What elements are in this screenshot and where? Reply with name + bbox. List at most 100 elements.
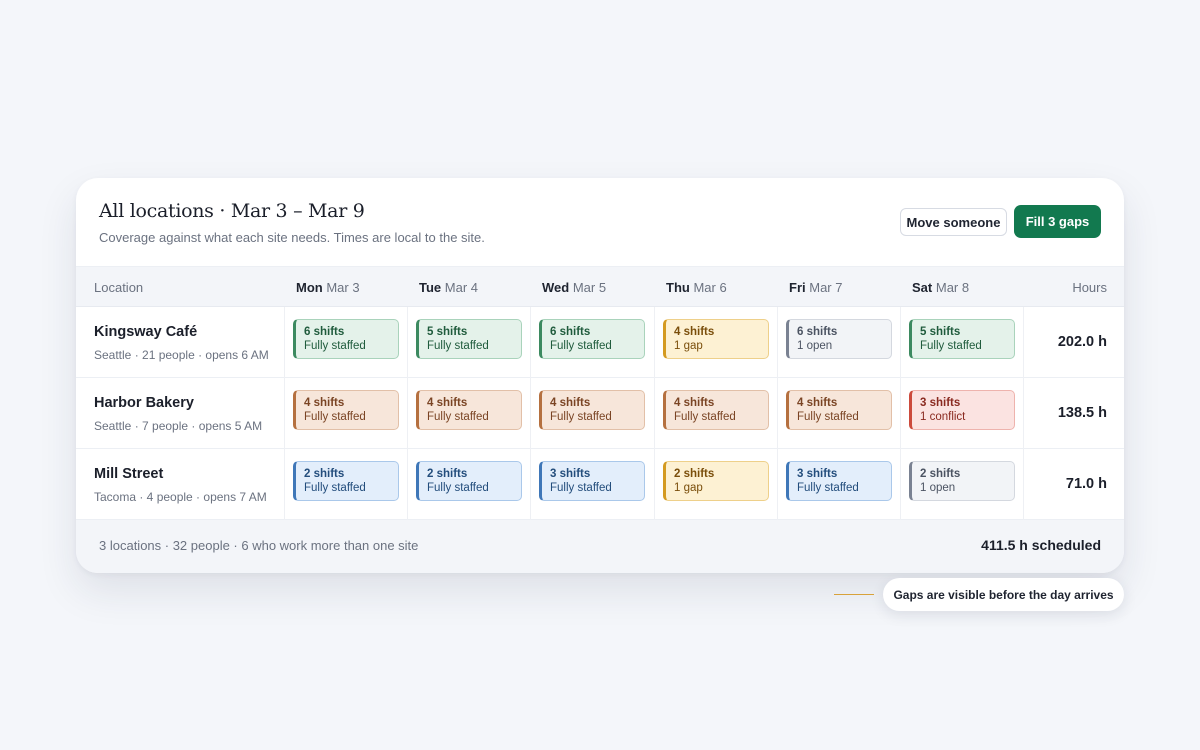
divider: [407, 449, 408, 520]
footer-summary: 3 locations · 32 people · 6 who work mor…: [99, 538, 419, 553]
divider: [777, 449, 778, 520]
shift-count: 4 shifts: [674, 397, 715, 409]
day-cell[interactable]: 6 shifts Fully staffed: [293, 319, 399, 359]
divider: [284, 307, 285, 378]
day-date: Mar 6: [693, 280, 727, 295]
day-name: Fri: [789, 280, 806, 295]
callout-connector: [834, 594, 874, 595]
divider: [530, 378, 531, 449]
shift-count: 3 shifts: [797, 468, 838, 480]
table-row[interactable]: Harbor Bakery Seattle · 7 people · opens…: [76, 378, 1124, 449]
shift-count: 3 shifts: [550, 468, 591, 480]
table-row[interactable]: Mill Street Tacoma · 4 people · opens 7 …: [76, 449, 1124, 520]
divider: [900, 307, 901, 378]
coverage-status: Fully staffed: [304, 482, 366, 494]
column-header-tue: Tue Mar 4: [419, 280, 478, 295]
day-date: Mar 5: [572, 280, 607, 295]
day-cell[interactable]: 2 shifts Fully staffed: [293, 461, 399, 501]
day-date: Mar 3: [326, 280, 360, 295]
day-name: Thu: [666, 280, 690, 295]
coverage-status: Fully staffed: [427, 340, 489, 352]
schedule-card: All locations · Mar 3 – Mar 9 Coverage a…: [76, 178, 1124, 573]
row-hours: 138.5 h: [1057, 405, 1107, 421]
divider: [900, 449, 901, 520]
table-footer: 3 locations · 32 people · 6 who work mor…: [76, 520, 1124, 573]
day-date: Mar 8: [935, 280, 970, 295]
shift-count: 6 shifts: [797, 326, 838, 338]
divider: [777, 307, 778, 378]
coverage-status: 1 open: [920, 482, 956, 494]
coverage-status: Fully staffed: [304, 411, 366, 423]
location-meta: Seattle · 21 people · opens 6 AM: [94, 348, 269, 362]
coverage-status: Fully staffed: [550, 411, 612, 423]
shift-count: 2 shifts: [920, 468, 961, 480]
day-cell[interactable]: 4 shifts Fully staffed: [663, 390, 769, 430]
day-name: Mon: [296, 280, 323, 295]
column-header-wed: Wed Mar 5: [542, 280, 606, 295]
coverage-status: Fully staffed: [550, 340, 612, 352]
page-subtitle: Coverage against what each site needs. T…: [99, 230, 485, 245]
column-header-thu: Thu Mar 6: [666, 280, 727, 295]
day-cell[interactable]: 3 shifts Fully staffed: [786, 461, 892, 501]
day-cell[interactable]: 4 shifts Fully staffed: [786, 390, 892, 430]
column-header-mon: Mon Mar 3: [296, 280, 360, 295]
row-hours: 71.0 h: [1065, 476, 1107, 492]
column-header-hours: Hours: [1072, 280, 1107, 295]
fill-gaps-button[interactable]: Fill 3 gaps: [1014, 205, 1101, 238]
coverage-status: Fully staffed: [304, 340, 366, 352]
coverage-status: Fully staffed: [550, 482, 612, 494]
shift-count: 4 shifts: [797, 397, 838, 409]
day-cell[interactable]: 5 shifts Fully staffed: [416, 319, 522, 359]
table-row[interactable]: Kingsway Café Seattle · 21 people · open…: [76, 307, 1124, 378]
shift-count: 2 shifts: [304, 468, 345, 480]
day-name: Tue: [419, 280, 442, 295]
divider: [1023, 378, 1024, 449]
day-date: Mar 4: [444, 280, 479, 295]
shift-count: 4 shifts: [304, 397, 345, 409]
divider: [407, 307, 408, 378]
day-cell[interactable]: 2 shifts 1 gap: [663, 461, 769, 501]
day-cell[interactable]: 2 shifts 1 open: [909, 461, 1015, 501]
divider: [530, 307, 531, 378]
shift-count: 4 shifts: [550, 397, 591, 409]
location-name[interactable]: Harbor Bakery: [94, 395, 194, 411]
location-meta: Seattle · 7 people · opens 5 AM: [94, 419, 263, 433]
day-cell[interactable]: 4 shifts 1 gap: [663, 319, 769, 359]
day-cell[interactable]: 3 shifts 1 conflict: [909, 390, 1015, 430]
divider: [654, 378, 655, 449]
day-cell[interactable]: 3 shifts Fully staffed: [539, 461, 645, 501]
divider: [654, 307, 655, 378]
day-cell[interactable]: 4 shifts Fully staffed: [416, 390, 522, 430]
column-header-fri: Fri Mar 7: [789, 280, 842, 295]
shift-count: 4 shifts: [427, 397, 468, 409]
move-someone-button[interactable]: Move someone: [900, 208, 1007, 236]
divider: [530, 449, 531, 520]
location-name[interactable]: Mill Street: [94, 466, 163, 482]
coverage-status: Fully staffed: [797, 482, 859, 494]
shift-count: 5 shifts: [920, 326, 961, 338]
location-name[interactable]: Kingsway Café: [94, 324, 197, 340]
divider: [900, 378, 901, 449]
shift-count: 4 shifts: [674, 326, 715, 338]
coverage-status: 1 conflict: [920, 411, 966, 423]
day-cell[interactable]: 5 shifts Fully staffed: [909, 319, 1015, 359]
column-header-location: Location: [94, 280, 144, 295]
coverage-status: Fully staffed: [674, 411, 736, 423]
day-cell[interactable]: 6 shifts Fully staffed: [539, 319, 645, 359]
coverage-status: 1 open: [797, 340, 833, 352]
day-cell[interactable]: 2 shifts Fully staffed: [416, 461, 522, 501]
day-cell[interactable]: 4 shifts Fully staffed: [539, 390, 645, 430]
page-title: All locations · Mar 3 – Mar 9: [99, 200, 365, 222]
day-cell[interactable]: 4 shifts Fully staffed: [293, 390, 399, 430]
shift-count: 6 shifts: [550, 326, 591, 338]
coverage-status: 1 gap: [674, 482, 703, 494]
coverage-status: Fully staffed: [920, 340, 982, 352]
table-header: Location Mon Mar 3 Tue Mar 4 Wed Mar 5 T…: [76, 266, 1124, 307]
coverage-status: Fully staffed: [797, 411, 859, 423]
card-header: All locations · Mar 3 – Mar 9 Coverage a…: [76, 178, 1124, 266]
shift-count: 2 shifts: [427, 468, 468, 480]
shift-count: 3 shifts: [920, 397, 961, 409]
divider: [284, 449, 285, 520]
day-cell[interactable]: 6 shifts 1 open: [786, 319, 892, 359]
shift-count: 6 shifts: [304, 326, 345, 338]
